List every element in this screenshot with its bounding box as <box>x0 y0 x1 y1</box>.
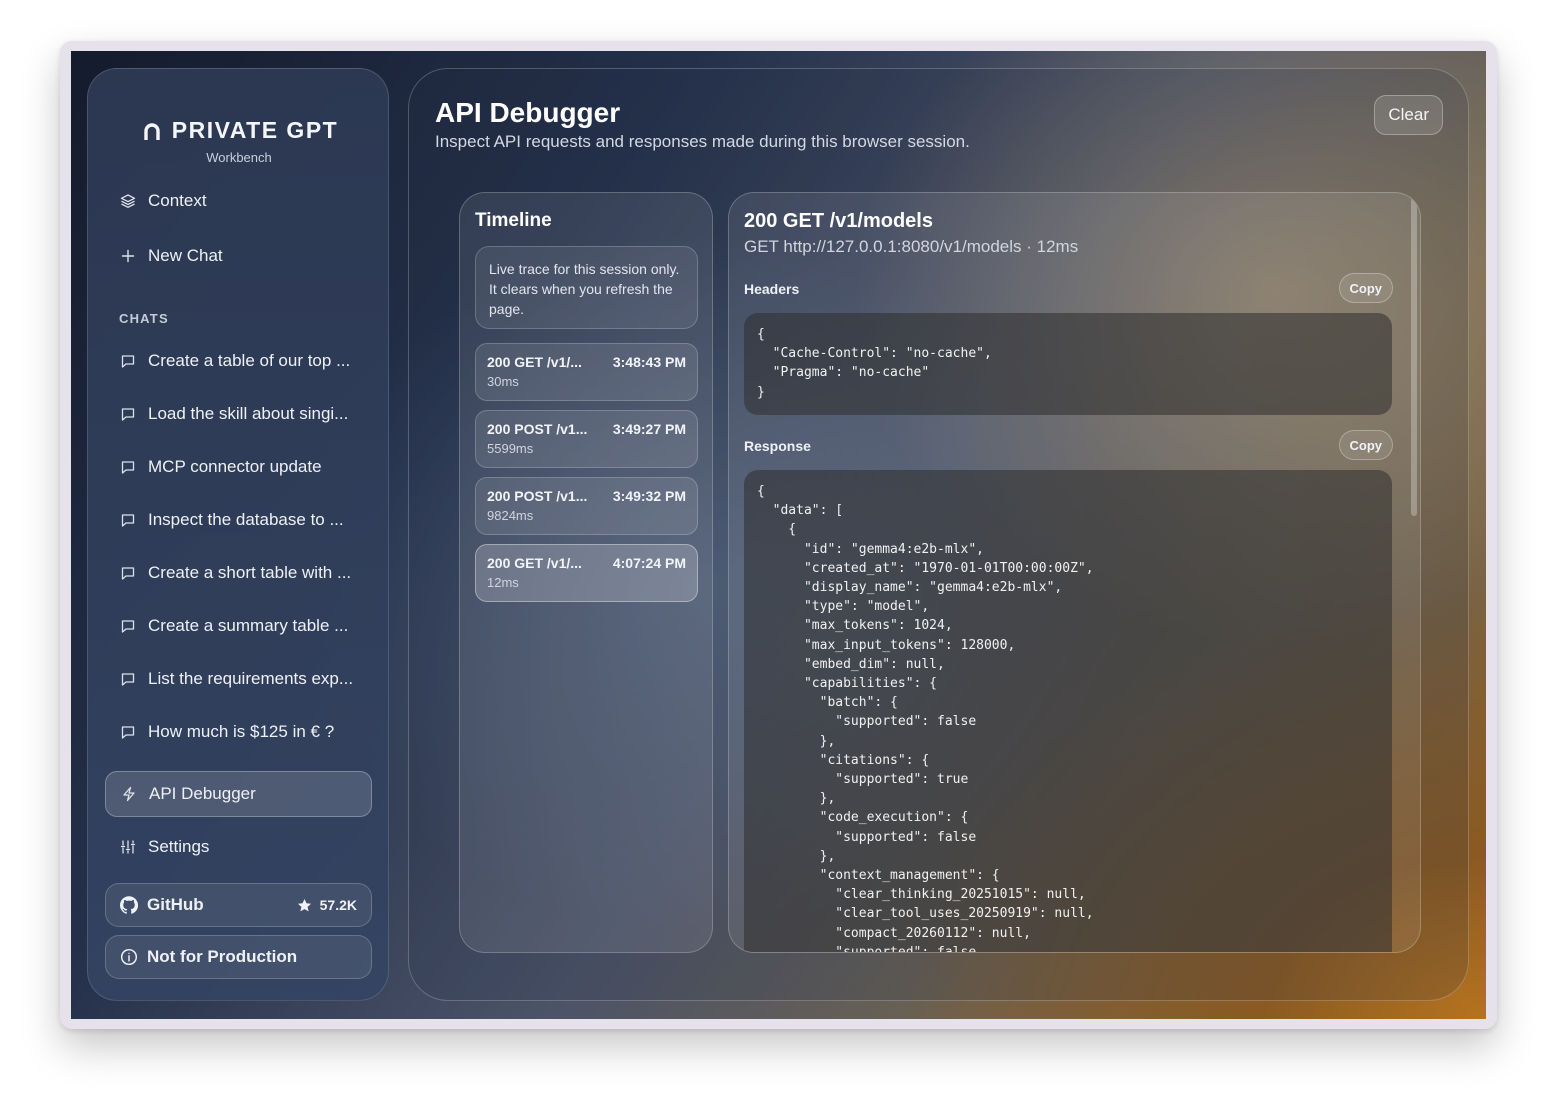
timeline-entry[interactable]: 200 GET /v1/... 3:48:43 PM 30ms <box>475 343 698 401</box>
entry-label: 200 GET /v1/... <box>487 354 582 370</box>
clear-button[interactable]: Clear <box>1374 95 1443 135</box>
entry-label: 200 GET /v1/... <box>487 555 582 571</box>
response-label: Response <box>744 438 811 454</box>
sidebar-item-label: API Debugger <box>149 784 256 803</box>
chat-item[interactable]: List the requirements exp... <box>105 656 372 702</box>
github-icon <box>120 896 138 914</box>
copy-headers-button[interactable]: Copy <box>1338 273 1393 303</box>
chat-bubble-icon <box>121 620 135 633</box>
entry-duration: 9824ms <box>487 508 534 523</box>
chat-item-label: How much is $125 in € ? <box>148 722 335 741</box>
chat-bubble-icon <box>121 461 135 474</box>
chat-item-label: Inspect the database to ... <box>148 510 344 529</box>
entry-duration: 12ms <box>487 575 519 590</box>
sidebar-item-new-chat[interactable]: New Chat <box>105 233 372 279</box>
brand-logo-icon <box>144 122 160 140</box>
sidebar-item-label: Context <box>148 191 207 210</box>
chat-item[interactable]: Create a short table with ... <box>105 550 372 596</box>
timeline-entry-selected[interactable]: 200 GET /v1/... 4:07:24 PM 12ms <box>475 544 698 602</box>
brand-title: PRIVATE GPT <box>171 117 339 143</box>
entry-time: 3:48:43 PM <box>612 354 686 370</box>
chat-bubble-icon <box>121 408 135 421</box>
chat-item-label: Create a summary table ... <box>148 616 349 635</box>
github-link[interactable]: GitHub 57.2K <box>105 883 372 927</box>
sidebar: PRIVATE GPT Workbench Context New Chat C… <box>87 68 389 1001</box>
scrollbar[interactable] <box>1411 198 1417 516</box>
timeline-entry[interactable]: 200 POST /v1... 3:49:27 PM 5599ms <box>475 410 698 468</box>
info-icon <box>120 948 138 966</box>
not-for-production-notice[interactable]: Not for Production <box>105 935 372 979</box>
github-label: GitHub <box>147 895 204 914</box>
chat-bubble-icon <box>121 567 135 580</box>
chat-item[interactable]: Load the skill about singi... <box>105 391 372 437</box>
entry-time: 3:49:27 PM <box>612 421 686 437</box>
timeline-panel: Timeline Live trace for this session onl… <box>459 192 713 953</box>
sidebar-item-context[interactable]: Context <box>105 178 372 224</box>
plus-icon <box>121 249 135 263</box>
sidebar-item-label: Settings <box>148 837 210 856</box>
chat-item[interactable]: Inspect the database to ... <box>105 497 372 543</box>
chat-bubble-icon <box>121 726 135 739</box>
detail-title: 200 GET /v1/models <box>744 210 933 232</box>
entry-label: 200 POST /v1... <box>487 421 588 437</box>
brand-subtitle: Workbench <box>206 150 272 165</box>
chat-item[interactable]: Create a table of our top ... <box>105 338 372 384</box>
chat-bubble-icon <box>121 355 135 368</box>
headers-code: { "Cache-Control": "no-cache", "Pragma":… <box>757 327 992 400</box>
page-title: API Debugger <box>435 97 621 128</box>
brand: PRIVATE GPT Workbench <box>88 117 390 165</box>
copy-response-button[interactable]: Copy <box>1338 430 1393 460</box>
page-subtitle: Inspect API requests and responses made … <box>435 132 970 151</box>
sidebar-item-settings[interactable]: Settings <box>105 824 372 870</box>
entry-time: 4:07:24 PM <box>612 555 686 571</box>
notice-label: Not for Production <box>147 947 298 966</box>
entry-time: 3:49:32 PM <box>612 488 686 504</box>
layers-icon <box>120 194 136 208</box>
headers-label: Headers <box>744 281 800 297</box>
chat-item-label: MCP connector update <box>148 457 322 476</box>
timeline-title: Timeline <box>475 210 552 231</box>
chat-item-label: Load the skill about singi... <box>148 404 349 423</box>
chat-item[interactable]: Create a summary table ... <box>105 603 372 649</box>
timeline-entry[interactable]: 200 POST /v1... 3:49:32 PM 9824ms <box>475 477 698 535</box>
github-stars: 57.2K <box>297 897 357 913</box>
headers-code-block[interactable]: { "Cache-Control": "no-cache", "Pragma":… <box>744 313 1392 415</box>
star-icon <box>297 898 311 911</box>
entry-duration: 30ms <box>487 374 519 389</box>
chat-item[interactable]: How much is $125 in € ? <box>105 709 372 755</box>
sidebar-item-label: New Chat <box>148 246 223 265</box>
lightning-icon <box>123 786 135 802</box>
sidebar-item-api-debugger[interactable]: API Debugger <box>105 771 372 817</box>
entry-label: 200 POST /v1... <box>487 488 588 504</box>
sliders-icon <box>120 840 136 854</box>
timeline-note: Live trace for this session only. It cle… <box>475 246 698 329</box>
main-panel: API Debugger Inspect API requests and re… <box>408 68 1469 1001</box>
response-code: { "data": [ { "id": "gemma4:e2b-mlx", "c… <box>757 484 1094 953</box>
chat-item-label: List the requirements exp... <box>148 669 354 688</box>
github-stars-count: 57.2K <box>319 897 357 913</box>
chat-bubble-icon <box>121 514 135 527</box>
app-window: PRIVATE GPT Workbench Context New Chat C… <box>71 51 1486 1019</box>
chat-item-label: Create a short table with ... <box>148 563 352 582</box>
detail-panel: 200 GET /v1/models GET http://127.0.0.1:… <box>728 192 1421 953</box>
response-code-block[interactable]: { "data": [ { "id": "gemma4:e2b-mlx", "c… <box>744 470 1392 953</box>
chat-item-label: Create a table of our top ... <box>148 351 351 370</box>
entry-duration: 5599ms <box>487 441 534 456</box>
chats-section-label: CHATS <box>119 311 169 326</box>
detail-subtitle: GET http://127.0.0.1:8080/v1/models · 12… <box>744 237 1079 256</box>
chat-bubble-icon <box>121 673 135 686</box>
chat-item[interactable]: MCP connector update <box>105 444 372 490</box>
